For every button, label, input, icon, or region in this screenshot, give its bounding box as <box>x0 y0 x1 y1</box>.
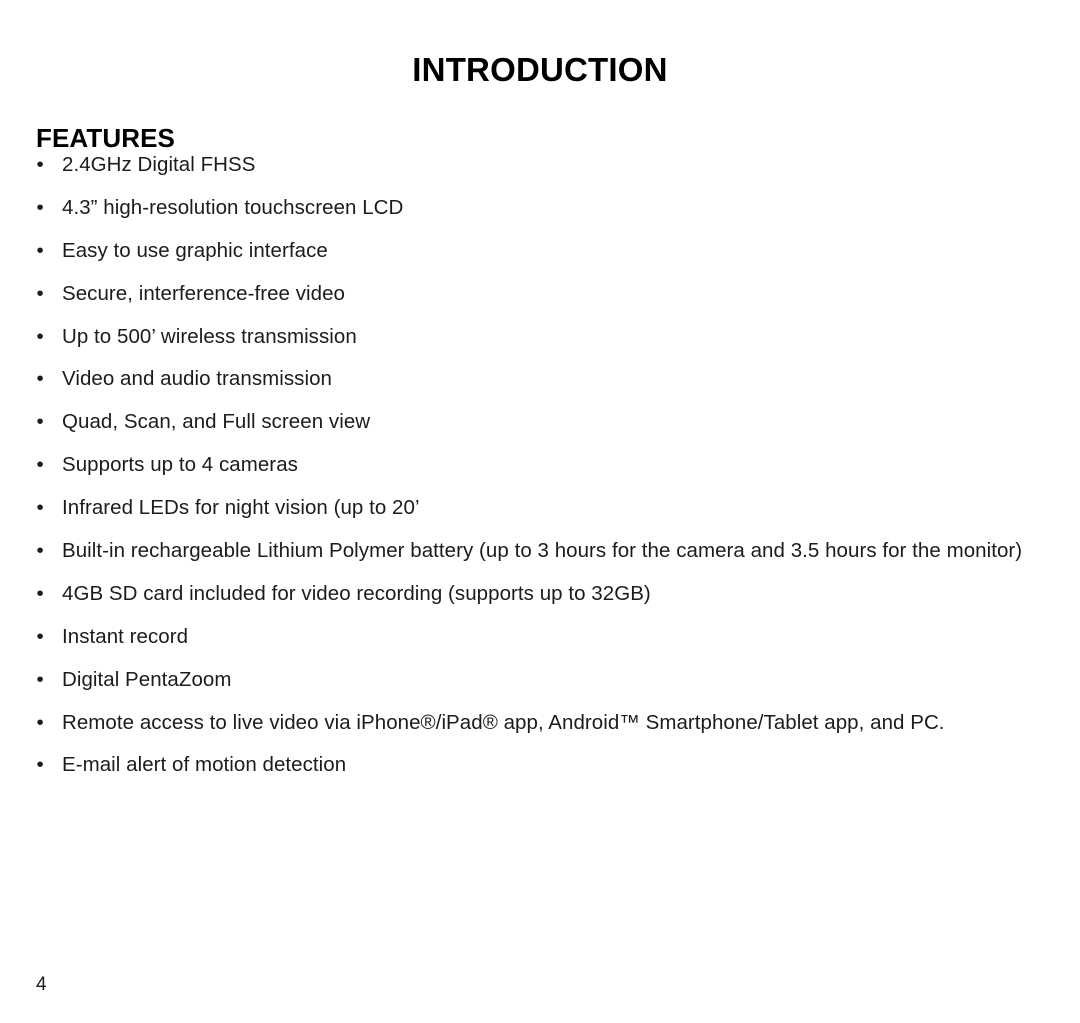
bullet-icon: • <box>36 153 44 176</box>
list-item-label: Remote access to live video via iPhone®/… <box>62 710 945 734</box>
list-item: • Remote access to live video via iPhone®… <box>36 708 1046 738</box>
list-item-label: Instant record <box>62 624 189 648</box>
list-item: • Built-in rechargeable Lithium Polymer b… <box>36 536 1046 566</box>
list-item-label: Digital PentaZoom <box>62 667 232 691</box>
page-title: INTRODUCTION <box>412 51 668 89</box>
bullet-icon: • <box>36 581 44 605</box>
list-item-label: 4GB SD card included for video recording… <box>62 581 651 605</box>
list-item-label: Up to 500’ wireless transmission <box>62 324 357 348</box>
list-item: • Digital PentaZoom <box>36 665 1046 695</box>
bullet-icon: • <box>36 667 44 691</box>
bullet-icon: • <box>36 324 44 348</box>
list-item-label: Supports up to 4 cameras <box>62 453 298 477</box>
list-item: • Infrared LEDs for night vision (up to 2… <box>36 493 1046 523</box>
bullet-icon: • <box>36 710 44 734</box>
page-number: 4 <box>36 974 47 995</box>
bullet-icon: • <box>36 496 44 520</box>
list-item: • 4GB SD card included for video recordin… <box>36 579 1046 609</box>
bullet-icon: • <box>36 367 44 391</box>
list-item: • Up to 500’ wireless transmission <box>36 322 1046 352</box>
bullet-icon: • <box>36 539 44 563</box>
bullet-icon: • <box>36 195 44 219</box>
list-item-label: Infrared LEDs for night vision (up to 20… <box>62 496 420 520</box>
list-item: • Video and audio transmission <box>36 364 1046 394</box>
list-item: • Supports up to 4 cameras <box>36 450 1046 480</box>
list-item-label: E-mail alert of motion detection <box>62 753 347 777</box>
bullet-icon: • <box>36 238 44 262</box>
bullet-icon: • <box>36 410 44 434</box>
features-list: • 2.4GHz Digital FHSS • 4.3” high-resolutio… <box>36 150 1046 793</box>
list-item-label: Built-in rechargeable Lithium Polymer ba… <box>62 539 1023 563</box>
list-item: • Quad, Scan, and Full screen view <box>36 407 1046 437</box>
bullet-icon: • <box>36 281 44 305</box>
list-item-label: Quad, Scan, and Full screen view <box>62 410 371 434</box>
list-item-label: Video and audio transmission <box>62 367 332 391</box>
list-item: • E-mail alert of motion detection <box>36 750 1046 780</box>
list-item: • 2.4GHz Digital FHSS <box>36 150 1046 180</box>
list-item-label: 4.3” high-resolution touchscreen LCD <box>62 195 404 219</box>
list-item-label: Secure, interference-free video <box>62 281 346 305</box>
list-item: • Easy to use graphic interface <box>36 236 1046 266</box>
list-item-label: 2.4GHz Digital FHSS <box>62 153 256 176</box>
bullet-icon: • <box>36 753 44 777</box>
list-item-label: Easy to use graphic interface <box>62 238 328 262</box>
bullet-icon: • <box>36 453 44 477</box>
list-item: • Instant record <box>36 622 1046 652</box>
bullet-icon: • <box>36 624 44 648</box>
manual-page: INTRODUCTION FEATURES • 2.4GHz Digital FH… <box>0 0 1080 1023</box>
list-item: • 4.3” high-resolution touchscreen LCD <box>36 193 1046 223</box>
list-item: • Secure, interference-free video <box>36 279 1046 309</box>
